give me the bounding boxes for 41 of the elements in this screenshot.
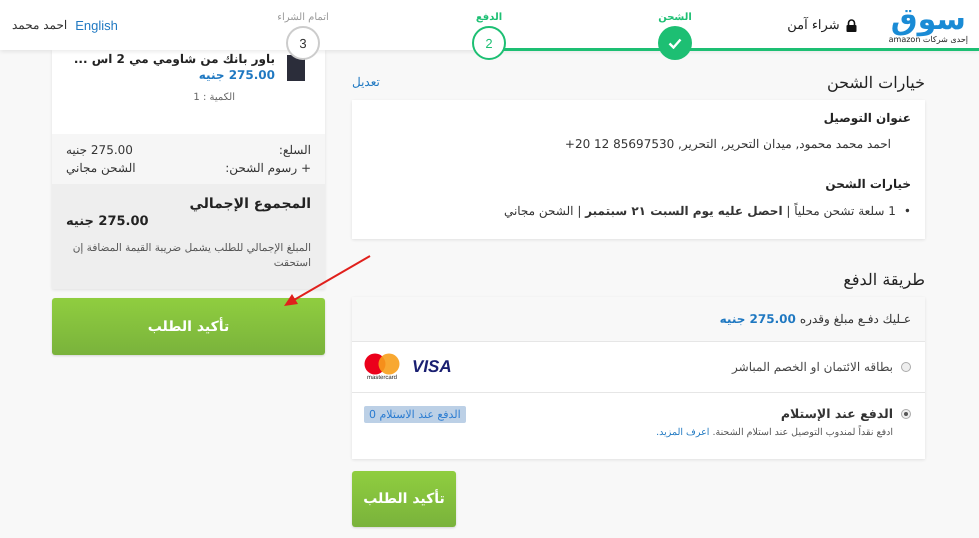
section-title: طريقة الدفع: [843, 270, 925, 288]
cod-badge: الدفع عند الاستلام 0: [364, 406, 466, 423]
learn-more-link[interactable]: اعرف المزيد.: [656, 427, 710, 438]
logo-tagline: إحدى شركات amazon: [888, 35, 968, 45]
radio-button[interactable]: [901, 362, 911, 372]
step-label: الشحن: [658, 12, 692, 23]
bullet-mark: •: [904, 203, 911, 220]
product-image: [287, 55, 305, 81]
line-label: + رسوم الشحن:: [225, 160, 311, 177]
line-value: 275.00 جنيه: [66, 142, 133, 159]
amount-due: عـليك دفـع مبلغ وقدره 275.00 جنيه: [352, 297, 925, 342]
step-number: 3: [286, 26, 320, 60]
line-value: الشحن مجاني: [66, 160, 136, 177]
section-title: خيارات الشحن: [826, 72, 925, 92]
step-number: 2: [472, 26, 506, 60]
edit-link[interactable]: تعديل: [352, 75, 380, 89]
payment-option-label: الدفع عند الإستلام: [780, 406, 893, 421]
total-label: المجموع الإجمالي: [188, 196, 311, 212]
lock-icon: [846, 18, 857, 32]
check-icon: [668, 38, 682, 48]
product-title: باور بانك من شاومي مي 2 اس ...: [74, 52, 275, 66]
secure-label: شراء آمن: [787, 18, 840, 32]
user-name: احمد محمد: [12, 18, 68, 32]
address-title: عنوان التوصيل: [822, 111, 911, 125]
payment-option-label: بطاقه الائتمان او الخصم المباشر: [730, 360, 893, 374]
address-text: احمد محمد محمود, ميدان التحرير, التحرير, 85697530 12 20+: [564, 137, 891, 151]
total-value: 275.00 جنيه: [66, 214, 150, 229]
product-quantity: الكمية : 1: [192, 92, 235, 103]
language-link[interactable]: English: [75, 18, 118, 32]
step-label: الدفع: [476, 12, 502, 23]
line-label: السلع:: [278, 142, 311, 159]
logo[interactable]: سوق إحدى شركات amazon: [888, 5, 968, 45]
step-label: اتمام الشراء: [277, 12, 329, 23]
payment-description: ادفع نقداً لمندوب التوصيل عند استلام الشحنة.: [711, 427, 893, 438]
shipping-option: 1 سلعة تشحن محلياً | احصل عليه يوم السبت ٢١ سبتمبر | الشحن مجاني: [504, 202, 896, 221]
product-price: 275.00 جنيه: [198, 68, 275, 82]
visa-logo: VISA: [412, 357, 452, 377]
total-note: المبلغ الإجمالي للطلب يشمل ضريبة القيمة المضافة إن استحقت: [72, 241, 311, 271]
logo-text: سوق: [890, 5, 966, 35]
shipping-options-title: خيارات الشحن: [824, 177, 911, 191]
radio-button[interactable]: [901, 409, 911, 419]
